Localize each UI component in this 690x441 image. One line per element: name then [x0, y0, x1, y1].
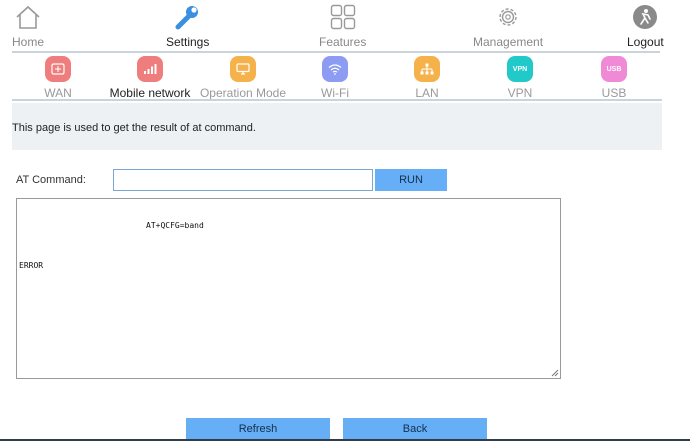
- subnav-operation-mode[interactable]: Operation Mode: [195, 56, 291, 100]
- signal-icon: [137, 56, 163, 82]
- wrench-icon: [173, 2, 203, 32]
- subnav-lan-label: LAN: [415, 86, 439, 100]
- grid-icon: [328, 2, 358, 32]
- home-icon: [13, 2, 43, 32]
- vpn-icon: VPN: [507, 56, 533, 82]
- nav-features-label: Features: [319, 35, 367, 49]
- monitor-icon: [230, 56, 256, 82]
- gear-icon: [493, 2, 523, 32]
- nav-management[interactable]: Management: [473, 2, 543, 50]
- sub-divider: [12, 99, 662, 101]
- subnav-usb[interactable]: USB USB: [566, 56, 662, 100]
- nav-settings-label: Settings: [166, 35, 210, 49]
- logout-icon: [630, 2, 660, 32]
- result-output-line: ERROR: [19, 261, 44, 270]
- resize-handle-icon[interactable]: [551, 369, 559, 377]
- top-navigation: Home Settings Features Management Logout: [0, 0, 690, 52]
- nav-home[interactable]: Home: [12, 2, 44, 50]
- nav-management-label: Management: [473, 35, 544, 49]
- subnav-wifi[interactable]: Wi-Fi: [287, 56, 383, 100]
- back-button[interactable]: Back: [343, 418, 487, 440]
- at-command-label: AT Command:: [16, 174, 86, 186]
- nav-features[interactable]: Features: [319, 2, 366, 50]
- lan-icon: [414, 56, 440, 82]
- subnav-lan[interactable]: LAN: [379, 56, 475, 100]
- wan-icon: [45, 56, 71, 82]
- subnav-mobile-network[interactable]: Mobile network: [102, 56, 198, 100]
- wifi-icon: [322, 56, 348, 82]
- usb-icon: USB: [601, 56, 627, 82]
- nav-logout-label: Logout: [627, 35, 664, 49]
- subnav-mobile-network-label: Mobile network: [109, 86, 191, 100]
- subnav-operation-mode-label: Operation Mode: [199, 86, 287, 100]
- subnav-usb-label: USB: [601, 86, 627, 100]
- sub-navigation: WAN Mobile network Operation Mode Wi-Fi …: [0, 53, 690, 100]
- at-command-input[interactable]: [113, 169, 373, 191]
- refresh-button[interactable]: Refresh: [186, 418, 330, 440]
- nav-logout[interactable]: Logout: [627, 2, 664, 50]
- nav-settings[interactable]: Settings: [166, 2, 209, 50]
- subnav-vpn-label: VPN: [507, 86, 533, 100]
- result-command-line: AT+QCFG=band: [146, 221, 204, 230]
- info-banner: This page is used to get the result of a…: [12, 103, 662, 150]
- subnav-wan-label: WAN: [44, 86, 72, 100]
- subnav-wifi-label: Wi-Fi: [321, 86, 349, 100]
- subnav-vpn[interactable]: VPN VPN: [472, 56, 568, 100]
- nav-home-label: Home: [12, 35, 45, 49]
- run-button[interactable]: RUN: [375, 169, 447, 191]
- subnav-wan[interactable]: WAN: [10, 56, 106, 100]
- result-textarea[interactable]: AT+QCFG=band ERROR: [16, 198, 561, 379]
